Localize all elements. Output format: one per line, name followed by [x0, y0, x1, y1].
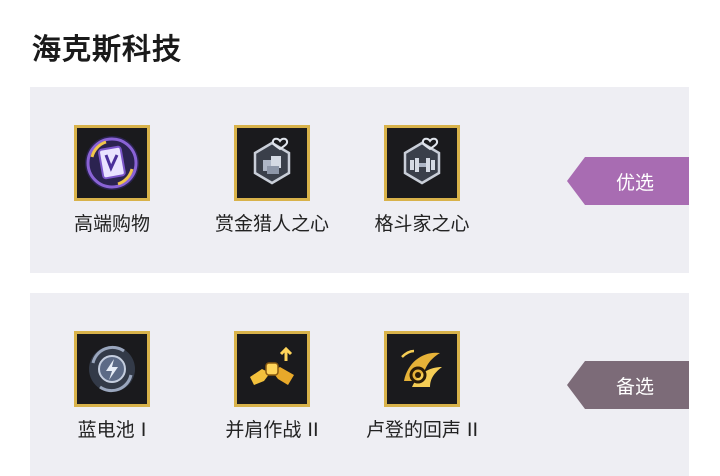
augment-name: 赏金猎人之心: [214, 213, 329, 235]
tag-preferred: 优选: [567, 157, 689, 205]
augment-name: 并肩作战 II: [225, 419, 319, 441]
page-title: 海克斯科技: [32, 32, 183, 66]
tag-alternate: 备选: [567, 361, 689, 409]
augment-name: 高端购物: [73, 213, 150, 235]
augment-item[interactable]: 并肩作战 II: [192, 331, 352, 442]
augment-item[interactable]: 卢登的回声 II: [342, 331, 502, 442]
augment-item[interactable]: 格斗家之心: [342, 125, 502, 236]
ludens-echo-icon: [384, 331, 460, 407]
augment-item[interactable]: 赏金猎人之心: [192, 125, 352, 236]
augment-name: 卢登的回声 II: [365, 419, 479, 441]
augment-item[interactable]: 高端购物: [32, 125, 192, 236]
fist-bump-icon: [234, 331, 310, 407]
shopping-card-icon: [74, 125, 150, 201]
augment-name: 蓝电池 I: [77, 419, 147, 441]
bounty-heart-icon: [234, 125, 310, 201]
augment-group-preferred: 高端购物 赏金猎人之心 格斗家之心 优选: [30, 87, 689, 273]
brawler-heart-icon: [384, 125, 460, 201]
blue-battery-icon: [74, 331, 150, 407]
augment-group-alternate: 蓝电池 I 并肩作战 II 卢登的回声 II 备选: [30, 293, 689, 476]
augment-name: 格斗家之心: [374, 213, 470, 235]
augment-item[interactable]: 蓝电池 I: [32, 331, 192, 442]
